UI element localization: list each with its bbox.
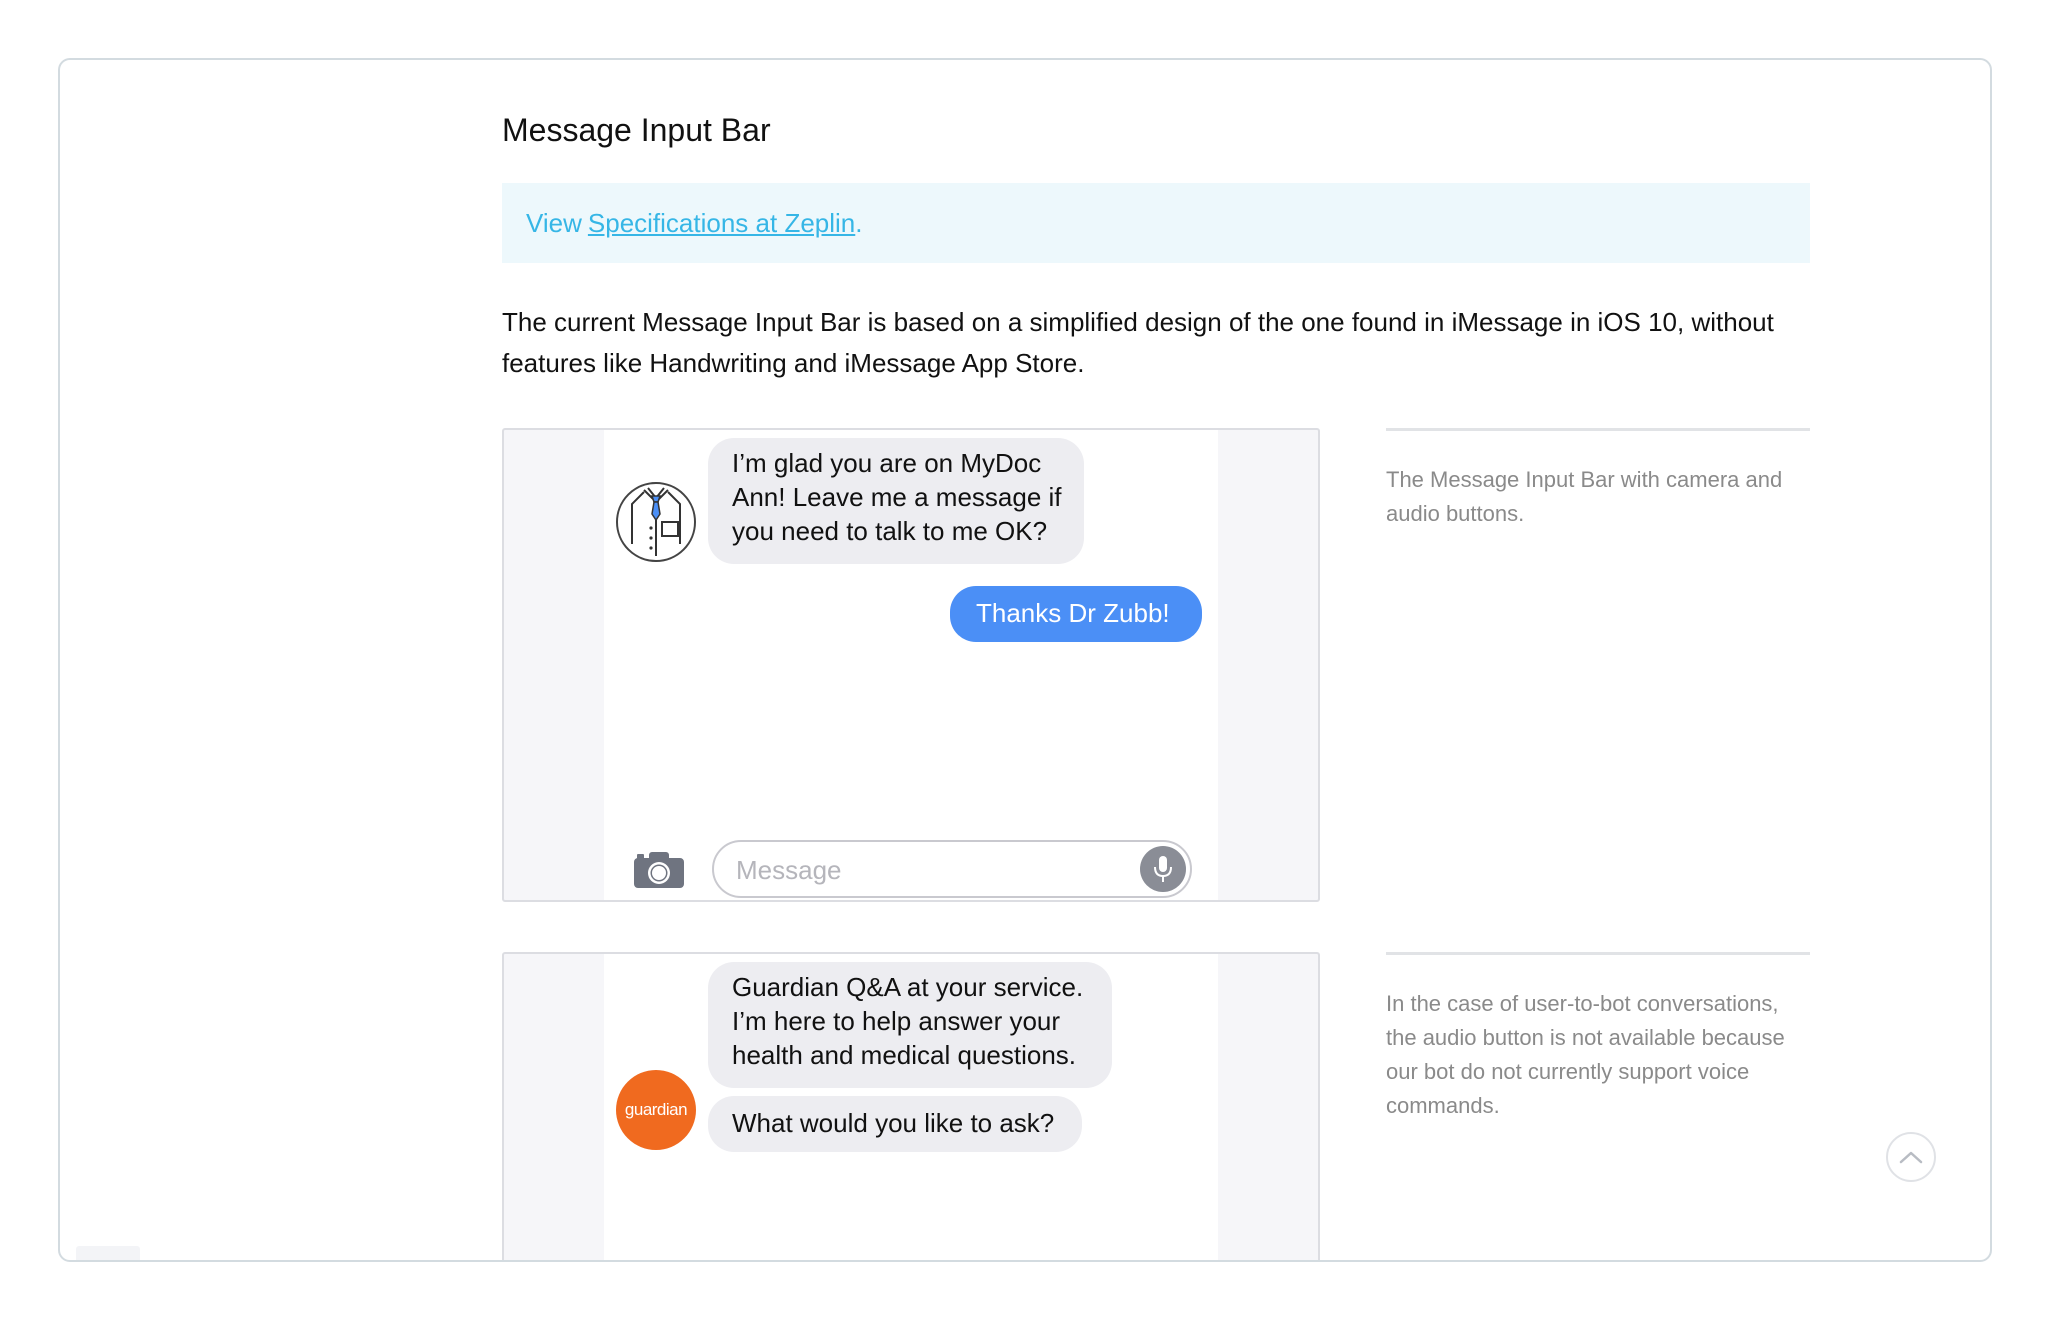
caption-bot-conversations: In the case of user-to-bot conversations… xyxy=(1386,952,1810,1123)
zeplin-info-box: View Specifications at Zeplin . xyxy=(502,183,1810,263)
chevron-up-icon xyxy=(1899,1151,1923,1164)
message-text: Thanks Dr Zubb! xyxy=(976,598,1170,628)
page-title: Message Input Bar xyxy=(502,112,771,148)
message-line: I’m here to help answer your xyxy=(732,1006,1061,1036)
incoming-message-bubble: I’m glad you are on MyDoc Ann! Leave me … xyxy=(708,438,1084,564)
microphone-icon[interactable] xyxy=(1140,846,1186,892)
zeplin-specs-link[interactable]: Specifications at Zeplin xyxy=(588,208,855,239)
info-suffix: . xyxy=(855,207,863,238)
message-input-bar xyxy=(604,840,1218,900)
info-prefix: View xyxy=(526,207,582,238)
scroll-to-top-button[interactable] xyxy=(1886,1132,1936,1182)
guardian-logo-text: guardian xyxy=(624,1100,688,1119)
phone-screen: Guardian Q&A at your service. I’m here t… xyxy=(604,954,1218,1260)
message-field[interactable] xyxy=(712,840,1192,898)
corner-tab xyxy=(76,1246,140,1260)
guardian-avatar: guardian xyxy=(616,1070,696,1150)
message-line: health and medical questions. xyxy=(732,1040,1077,1070)
message-line: Ann! Leave me a message if xyxy=(732,482,1062,512)
message-line: Guardian Q&A at your service. xyxy=(732,972,1084,1002)
incoming-message-bubble: Guardian Q&A at your service. I’m here t… xyxy=(708,962,1112,1088)
intro-paragraph: The current Message Input Bar is based o… xyxy=(502,307,1774,378)
camera-icon[interactable] xyxy=(634,850,684,888)
caption-audio-buttons: The Message Input Bar with camera and au… xyxy=(1386,428,1810,531)
message-line: I’m glad you are on MyDoc xyxy=(732,448,1042,478)
message-text: What would you like to ask? xyxy=(732,1108,1055,1138)
message-line: you need to talk to me OK? xyxy=(732,516,1048,546)
demo-chat-with-bot: Guardian Q&A at your service. I’m here t… xyxy=(502,952,1320,1260)
outgoing-message-bubble: Thanks Dr Zubb! xyxy=(950,586,1202,642)
message-input[interactable] xyxy=(734,842,1118,898)
content-frame: Message Input Bar View Specifications at… xyxy=(58,58,1992,1262)
incoming-message-bubble: What would you like to ask? xyxy=(708,1096,1082,1152)
phone-screen: I’m glad you are on MyDoc Ann! Leave me … xyxy=(604,430,1218,900)
doctor-avatar-icon xyxy=(616,482,696,562)
demo-chat-with-audio: I’m glad you are on MyDoc Ann! Leave me … xyxy=(502,428,1320,902)
